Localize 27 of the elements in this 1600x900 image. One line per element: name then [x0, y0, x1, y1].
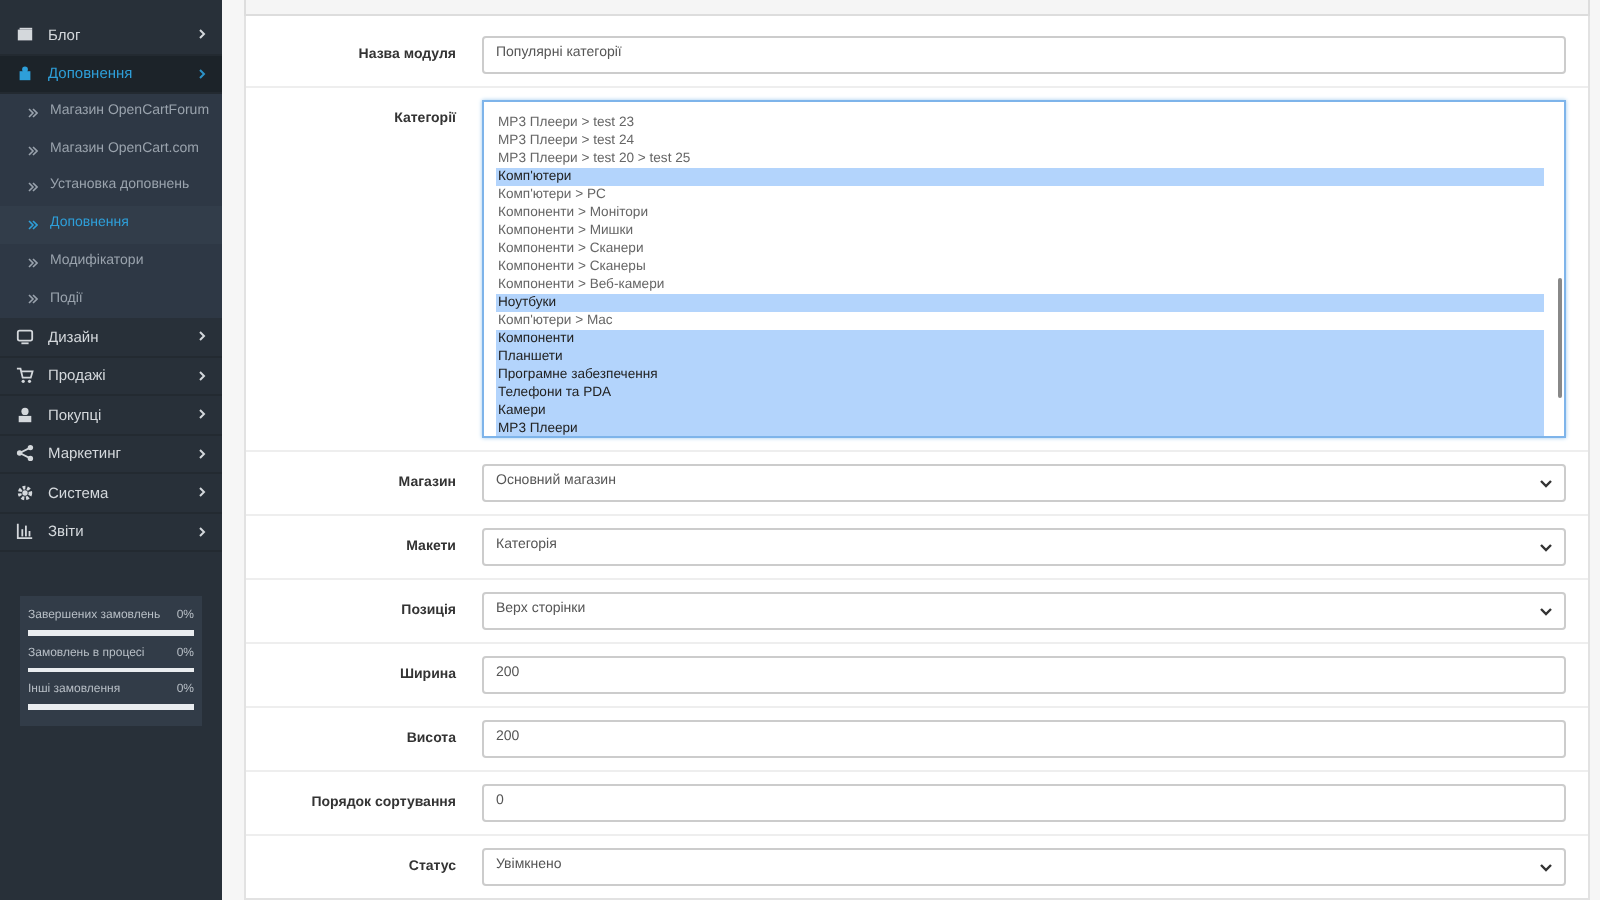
chevron-icon — [198, 486, 206, 499]
double-chevron-icon — [28, 257, 38, 268]
cart-icon — [16, 366, 34, 385]
chevron-icon — [198, 330, 206, 343]
chevron-icon — [198, 369, 206, 382]
caret-icon — [1540, 479, 1552, 487]
chevron-icon — [198, 525, 206, 538]
gear-icon — [16, 483, 34, 502]
chevron-icon — [198, 28, 206, 41]
double-chevron-icon — [28, 107, 38, 118]
double-chevron-icon — [28, 182, 38, 193]
chevron-icon — [198, 408, 206, 421]
caret-icon — [1540, 863, 1552, 871]
chevron-icon — [198, 67, 206, 80]
double-chevron-icon — [28, 294, 38, 305]
double-chevron-icon — [28, 145, 38, 156]
caret-icon — [1540, 543, 1552, 551]
chevron-icon — [198, 447, 206, 460]
caret-icon — [1540, 607, 1552, 615]
share-icon — [16, 444, 34, 463]
user-icon — [16, 405, 34, 424]
bar-chart-icon — [16, 522, 34, 541]
book-icon — [16, 25, 34, 44]
scrollbar-thumb[interactable] — [1558, 278, 1562, 398]
list-box[interactable] — [482, 100, 1566, 438]
monitor-icon — [16, 327, 34, 346]
double-chevron-icon — [28, 219, 38, 230]
